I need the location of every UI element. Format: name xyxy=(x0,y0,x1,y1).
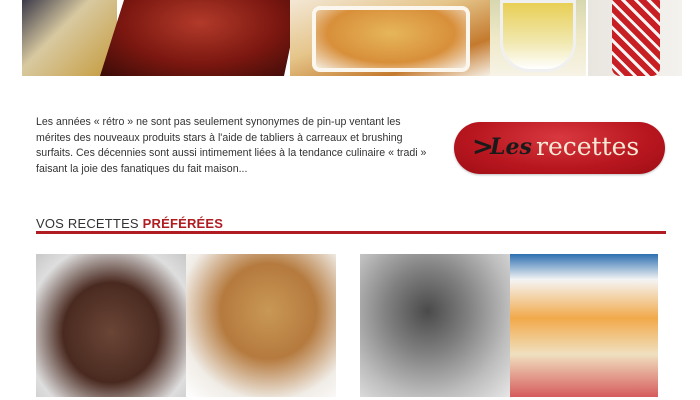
recipe-image-cookies-stack[interactable] xyxy=(186,254,336,397)
intro-paragraph: Les années « rétro » ne sont pas seuleme… xyxy=(36,116,427,175)
section-divider xyxy=(36,231,666,234)
gratin-dish xyxy=(312,6,470,72)
section-title: VOS RECETTES PRÉFÉRÉES xyxy=(36,216,223,231)
banner-image-apron xyxy=(588,0,682,76)
section-title-prefix: VOS RECETTES xyxy=(36,216,143,231)
banner-image-gratin xyxy=(290,0,490,76)
souffle-cup xyxy=(500,0,576,72)
banner-image-pinup xyxy=(100,0,300,76)
les-recettes-button[interactable]: > Les recettes xyxy=(454,122,665,174)
recipe-image-woman-tasting[interactable] xyxy=(360,254,510,397)
header-banner xyxy=(22,0,682,76)
recipe-image-chocolate-cookie[interactable] xyxy=(36,254,186,397)
section-title-highlight: PRÉFÉRÉES xyxy=(142,216,224,231)
cta-les-label: Les xyxy=(490,134,532,160)
cta-recettes-label: recettes xyxy=(536,132,640,161)
banner-image-souffle xyxy=(490,0,586,76)
apron-shape xyxy=(612,0,660,76)
banner-image-bowl xyxy=(22,0,117,76)
recipe-image-gratin-bread[interactable] xyxy=(510,254,658,397)
